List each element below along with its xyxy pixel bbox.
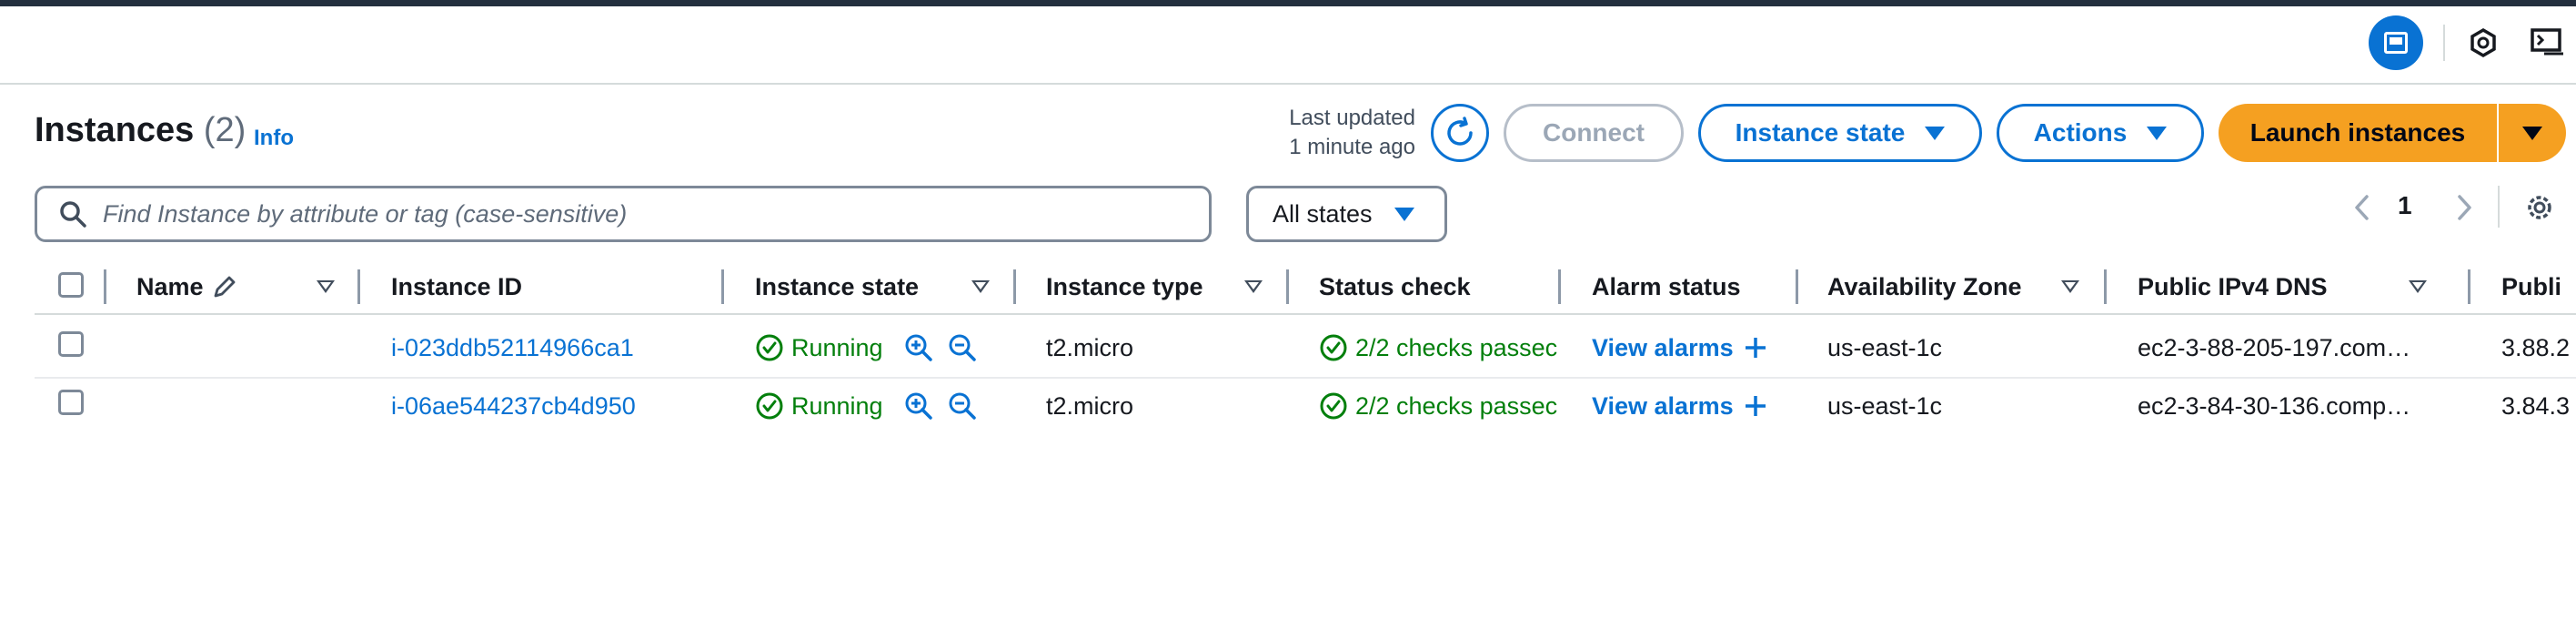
refresh-icon: [1447, 117, 1473, 146]
cloudshell-icon[interactable]: [2529, 25, 2565, 61]
zoom-in-icon[interactable]: [903, 391, 934, 421]
last-updated-label: Last updated: [1289, 106, 1415, 130]
row-checkbox[interactable]: [58, 331, 84, 357]
sort-icon[interactable]: [1244, 280, 1263, 293]
page-title: Instances (2): [35, 111, 246, 150]
chevron-left-icon[interactable]: [2345, 188, 2380, 228]
instance-count: (2): [203, 111, 247, 149]
view-alarms-label: View alarms: [1592, 391, 1734, 420]
column-separator: [721, 269, 724, 304]
instance-id-link[interactable]: i-06ae544237cb4d950: [391, 377, 636, 435]
view-alarms-label: View alarms: [1592, 333, 1734, 361]
instance-state-cell: Running: [755, 377, 978, 435]
zoom-in-icon[interactable]: [903, 332, 934, 363]
column-header-public-ip[interactable]: Publi: [2501, 262, 2561, 311]
sort-icon[interactable]: [2409, 280, 2427, 293]
column-separator: [2468, 269, 2470, 304]
actions-label: Actions: [2033, 118, 2128, 147]
column-separator: [1013, 269, 1016, 304]
last-updated-time: 1 minute ago: [1289, 135, 1415, 159]
launch-options-button[interactable]: [2499, 104, 2566, 162]
refresh-button[interactable]: [1431, 104, 1489, 162]
availability-zone-cell: us-east-1c: [1827, 333, 1943, 361]
instance-type-cell: t2.micro: [1046, 333, 1134, 361]
top-nav-bar: [0, 0, 2576, 6]
column-separator: [1796, 269, 1798, 304]
table-row[interactable]: i-023ddb52114966ca1 Running t2.micro 2/2…: [35, 319, 2576, 379]
states-filter-label: All states: [1273, 199, 1373, 228]
public-dns-cell: ec2-3-88-205-197.com…: [2138, 333, 2411, 361]
sort-icon[interactable]: [971, 280, 990, 293]
status-check-cell: 2/2 checks passec: [1319, 377, 1557, 435]
column-header-name[interactable]: Name: [136, 262, 238, 311]
instance-state-button[interactable]: Instance state: [1698, 104, 1982, 162]
check-circle-icon: [1320, 334, 1347, 361]
connect-button[interactable]: Connect: [1504, 104, 1684, 162]
select-all-checkbox[interactable]: [58, 272, 84, 298]
instance-state-label: Instance state: [1735, 118, 1906, 147]
plus-icon: [1745, 338, 1766, 358]
sort-icon[interactable]: [2061, 280, 2079, 293]
launch-instances-button[interactable]: Launch instances: [2219, 104, 2497, 162]
caret-down-icon: [2147, 126, 2168, 140]
status-check-cell: 2/2 checks passec: [1319, 319, 1557, 377]
public-dns-cell: ec2-3-84-30-136.comp…: [2138, 391, 2411, 420]
column-header-instance-state[interactable]: Instance state: [755, 262, 919, 311]
column-separator: [104, 269, 106, 304]
pencil-icon: [214, 276, 235, 298]
view-alarms-link[interactable]: View alarms: [1592, 377, 1768, 435]
sort-icon[interactable]: [317, 280, 335, 293]
table-row[interactable]: i-06ae544237cb4d950 Running t2.micro 2/2…: [35, 377, 2576, 435]
states-filter-select[interactable]: All states: [1246, 186, 1447, 242]
check-circle-icon: [756, 334, 783, 361]
column-separator: [1558, 269, 1561, 304]
search-field[interactable]: [35, 186, 1212, 242]
public-ip-cell: 3.84.3: [2501, 391, 2571, 420]
table-header: Name Instance ID Instance state Instance…: [35, 262, 2576, 315]
zoom-out-icon[interactable]: [947, 391, 978, 421]
column-header-alarm-status[interactable]: Alarm status: [1592, 262, 1741, 311]
public-ip-cell: 3.88.2: [2501, 333, 2571, 361]
column-header-instance-type[interactable]: Instance type: [1046, 262, 1203, 311]
last-updated: Last updated 1 minute ago: [1246, 104, 1415, 162]
status-check-text: 2/2 checks passec: [1355, 333, 1557, 361]
actions-button[interactable]: Actions: [1997, 104, 2204, 162]
zoom-out-icon[interactable]: [947, 332, 978, 363]
availability-zone-cell: us-east-1c: [1827, 391, 1943, 420]
search-input[interactable]: [101, 198, 1178, 229]
column-separator: [1286, 269, 1289, 304]
tools-strip: [0, 6, 2576, 85]
caret-down-icon: [1394, 207, 1414, 221]
hexagon-settings-icon[interactable]: [2465, 25, 2501, 61]
plus-icon: [1745, 396, 1766, 416]
instance-type-cell: t2.micro: [1046, 391, 1134, 420]
divider: [2443, 25, 2445, 61]
status-check-text: 2/2 checks passec: [1355, 391, 1557, 420]
current-page[interactable]: 1: [2398, 191, 2412, 220]
instance-state-cell: Running: [755, 319, 978, 377]
panel-toggle-icon[interactable]: [2369, 15, 2423, 70]
view-alarms-link[interactable]: View alarms: [1592, 319, 1768, 377]
column-header-label: Name: [136, 272, 204, 300]
row-checkbox[interactable]: [58, 390, 84, 415]
column-separator: [357, 269, 360, 304]
column-header-status-check[interactable]: Status check: [1319, 262, 1471, 311]
column-separator: [2104, 269, 2107, 304]
check-circle-icon: [1320, 392, 1347, 420]
chevron-right-icon[interactable]: [2447, 188, 2481, 228]
column-header-availability-zone[interactable]: Availability Zone: [1827, 262, 2022, 311]
page-title-text: Instances: [35, 111, 195, 149]
instance-state-text: Running: [791, 391, 883, 420]
instance-id-link[interactable]: i-023ddb52114966ca1: [391, 319, 634, 377]
caret-down-icon: [2522, 126, 2542, 140]
column-header-instance-id[interactable]: Instance ID: [391, 262, 522, 311]
gear-icon[interactable]: [2521, 188, 2558, 228]
check-circle-icon: [756, 392, 783, 420]
column-header-public-ipv4-dns[interactable]: Public IPv4 DNS: [2138, 262, 2328, 311]
caret-down-icon: [1925, 126, 1946, 140]
info-link[interactable]: Info: [254, 126, 294, 151]
instance-state-text: Running: [791, 333, 883, 361]
search-icon: [57, 198, 88, 229]
divider: [2498, 186, 2500, 228]
